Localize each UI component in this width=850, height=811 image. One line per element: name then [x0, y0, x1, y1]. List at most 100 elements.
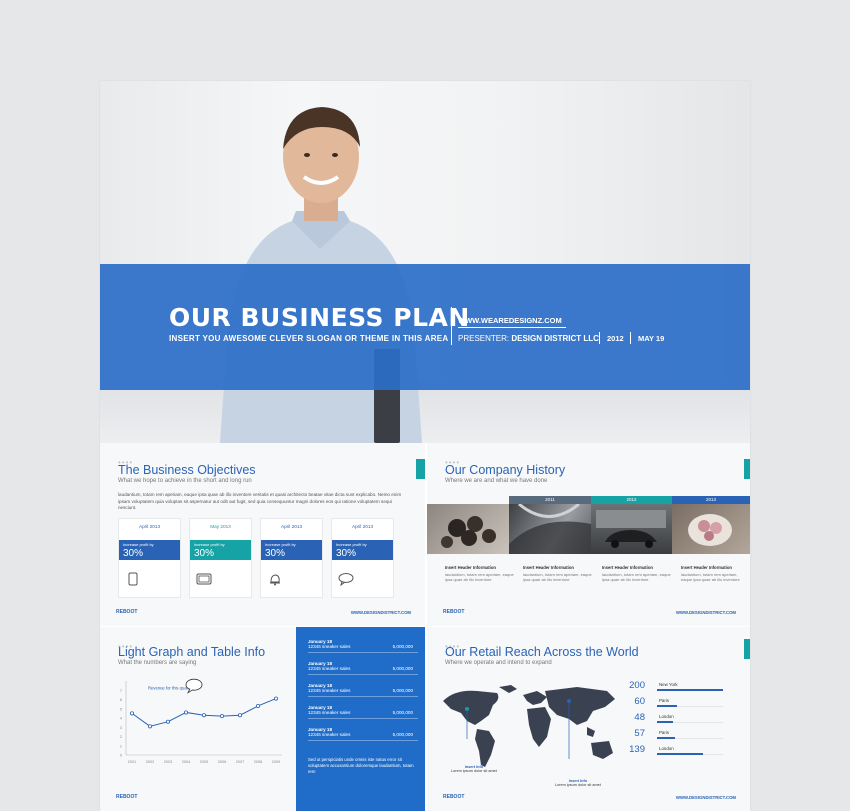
- location-value: 200: [629, 680, 645, 691]
- data-point: [184, 710, 189, 715]
- location-value: 48: [634, 712, 645, 723]
- y-tick-label: 3: [120, 726, 122, 730]
- caption-text: laudantium, totam rem aperiam, eaque ips…: [602, 572, 671, 582]
- objective-card: April 2013 Increase profit by 30%: [331, 518, 394, 598]
- slide-subtitle: What we hope to achieve in the short and…: [118, 478, 252, 484]
- slide-light-graph: •••• Light Graph and Table Info What the…: [100, 627, 425, 811]
- location-value: 60: [634, 696, 645, 707]
- hero-date: MAY 19: [638, 334, 665, 343]
- caption-text: laudantium, totam rem aperiam, eaque ips…: [445, 572, 514, 582]
- slide-footer-brand: REBOOT: [116, 794, 138, 800]
- objective-card: May 2013 Increase profit by 30%: [189, 518, 252, 598]
- hero-title: OUR BUSINESS PLAN: [169, 303, 470, 332]
- hero-slogan: INSERT YOU AWESOME CLEVER SLOGAN OR THEM…: [169, 334, 449, 343]
- sales-value: 5,000,000: [392, 666, 413, 671]
- x-tick-label: 2005: [200, 760, 208, 764]
- objective-value: 30%: [123, 548, 144, 559]
- x-tick-label: 2007: [236, 760, 244, 764]
- hero-divider: [599, 332, 600, 344]
- hero-url: WWW.WEAREDESIGNZ.COM: [458, 316, 562, 325]
- x-tick-label: 2008: [254, 760, 262, 764]
- location-bar: [657, 737, 676, 739]
- location-bar: [657, 705, 677, 707]
- speech-bubble-icon: [185, 678, 203, 691]
- y-tick-label: 1: [120, 744, 122, 748]
- sales-row: January 18 12345 sneaker sales 5,000,000: [308, 727, 418, 741]
- map-info-label: Insert Info Lorem ipsum dolor sit amet: [451, 765, 497, 773]
- location-value: 139: [629, 744, 645, 755]
- caption-header: Insert Header Information: [602, 565, 653, 570]
- history-caption: Insert Header Information laudantium, to…: [445, 565, 519, 582]
- data-point: [220, 714, 225, 719]
- phone-icon: [125, 571, 141, 587]
- slide-edge-tab: [416, 459, 425, 479]
- sales-row: January 18 12345 sneaker sales 5,000,000: [308, 661, 418, 675]
- objective-date: April 2013: [351, 524, 374, 529]
- hero-url-underline: [458, 327, 566, 328]
- sales-value: 5,000,000: [392, 688, 413, 693]
- slide-footer-url: WWW.DESIGNDISTRICT.COM: [675, 610, 736, 615]
- y-tick-label: 6: [120, 698, 122, 702]
- history-photo-car: [591, 504, 672, 554]
- slide-paragraph: laudantium, totam rem aperiam, eaque ips…: [118, 492, 402, 510]
- presentation-preview: OUR BUSINESS PLAN INSERT YOU AWESOME CLE…: [100, 81, 750, 811]
- location-bar: [657, 753, 704, 755]
- year-bar: 2013: [672, 496, 750, 504]
- location-name: London: [659, 746, 674, 751]
- objective-box: Increase profit by 30%: [119, 540, 180, 560]
- slide-company-history: •••• Our Company History Where we are an…: [427, 443, 750, 626]
- sales-value: 5,000,000: [392, 644, 413, 649]
- slide-subtitle: Where we are and what we have done: [445, 478, 548, 484]
- slide-business-objectives: •••• The Business Objectives What we hop…: [100, 443, 425, 626]
- objective-value: 30%: [194, 548, 215, 559]
- caption-header: Insert Header Information: [445, 565, 496, 570]
- slide-edge-tab: [744, 459, 750, 479]
- sales-row: January 18 12345 sneaker sales 5,000,000: [308, 705, 418, 719]
- year-bar: 2011: [509, 496, 591, 504]
- slide-footer-brand: REBOOT: [443, 609, 465, 615]
- history-photo-cupcakes: [427, 504, 509, 554]
- history-caption: Insert Header Information laudantium, to…: [602, 565, 676, 582]
- y-tick-label: 7: [120, 689, 122, 693]
- hero-year: 2012: [607, 334, 624, 343]
- sales-row: January 18 12345 sneaker sales 5,000,000: [308, 683, 418, 697]
- sales-value: 5,000,000: [392, 732, 413, 737]
- caption-header: Insert Header Information: [523, 565, 574, 570]
- slide-subtitle: Where we operate and intend to expand: [445, 660, 552, 666]
- map-info-label: Insert Info Lorem ipsum dolor sit amet: [555, 779, 601, 787]
- series-line: [131, 698, 277, 727]
- data-point: [148, 724, 153, 729]
- objective-card: April 2013 Increase profit by 30%: [260, 518, 323, 598]
- sales-value: 5,000,000: [392, 710, 413, 715]
- slide-title: Our Company History: [445, 463, 566, 477]
- x-tick-label: 2002: [146, 760, 154, 764]
- sales-table: January 18 12345 sneaker sales 5,000,000…: [296, 627, 425, 811]
- slide-title: Our Retail Reach Across the World: [445, 645, 639, 659]
- y-tick-label: 0: [120, 754, 122, 758]
- map-info-text: Lorem ipsum dolor sit amet: [451, 769, 497, 773]
- world-map: [443, 685, 615, 767]
- row-divider: [308, 674, 418, 675]
- history-caption: Insert Header Information laudantium, to…: [681, 565, 747, 582]
- slide-footer-url: WWW.DESIGNDISTRICT.COM: [675, 795, 736, 800]
- data-point: [129, 711, 134, 716]
- slide-footer-brand: REBOOT: [116, 609, 138, 615]
- row-divider: [308, 696, 418, 697]
- row-divider: [308, 718, 418, 719]
- location-bar: [657, 689, 723, 691]
- objective-box: Increase profit by 30%: [190, 540, 251, 560]
- x-tick-label: 2004: [182, 760, 190, 764]
- sales-note: Sed ut perspiciatis unde omnis iste natu…: [308, 757, 414, 774]
- line-chart: 0 1 2 3 4 5 6 7 2001 2002 2003 2004 2005 2006 2007 2008…: [120, 678, 282, 764]
- tv-icon: [196, 571, 212, 587]
- speech-bubble-icon: [338, 571, 354, 587]
- data-point: [202, 713, 207, 718]
- data-point: [238, 713, 243, 718]
- hero-presenter: PRESENTER: DESIGN DISTRICT LLC: [458, 334, 599, 343]
- objective-date: April 2013: [138, 524, 161, 529]
- history-caption: Insert Header Information laudantium, to…: [523, 565, 597, 582]
- objective-label: Increase profit by: [336, 542, 367, 547]
- slide-retail-reach: •••• Our Retail Reach Across the World W…: [427, 627, 750, 811]
- x-tick-label: 2006: [218, 760, 226, 764]
- slide-subtitle: What the numbers are saying: [118, 660, 197, 666]
